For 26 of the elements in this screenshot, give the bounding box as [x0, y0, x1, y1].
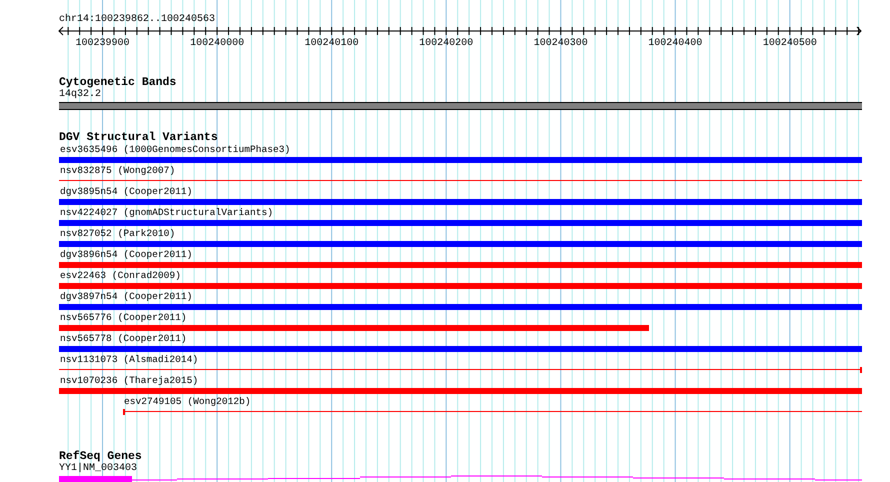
tick-label: 100240500 [762, 38, 817, 48]
variant-label: nsv832875 (Wong2007) [60, 165, 176, 177]
tick-label: 100240400 [648, 38, 702, 48]
variant-label: nsv1131073 (Alsmadi2014) [60, 354, 198, 366]
variant-label: dgv3897n54 (Cooper2011) [60, 291, 192, 303]
tick-label: 100240100 [304, 38, 359, 48]
variant-label: nsv565776 (Cooper2011) [60, 312, 187, 324]
tick-label: 100239900 [76, 38, 130, 48]
variant-label: esv3635496 (1000GenomesConsortiumPhase3) [60, 144, 290, 156]
variant-label: esv2749105 (Wong2012b) [124, 396, 251, 408]
track-title: Cytogenetic Bands [59, 76, 178, 89]
band-label: 14q32.2 [59, 89, 102, 101]
tick-label: 100240200 [419, 38, 474, 48]
variant-label: esv22463 (Conrad2009) [60, 270, 181, 282]
gene-label: YY1|NM_003403 [59, 463, 138, 475]
variant-label: nsv565778 (Cooper2011) [60, 333, 187, 345]
variant-label: dgv3895n54 (Cooper2011) [60, 186, 192, 198]
tick-label: 100240000 [190, 38, 244, 48]
location-label: chr14:100239862..100240563 [59, 14, 216, 26]
variant-label: dgv3896n54 (Cooper2011) [60, 249, 192, 261]
tick-label: 100240300 [534, 38, 588, 48]
variant-label: nsv827052 (Park2010) [60, 228, 176, 240]
track-title: RefSeq Genes [59, 450, 143, 463]
variant-label: nsv1070236 (Thareja2015) [60, 375, 198, 387]
variant-label: nsv4224027 (gnomADStructuralVariants) [60, 207, 274, 219]
track-title: DGV Structural Variants [59, 131, 219, 144]
